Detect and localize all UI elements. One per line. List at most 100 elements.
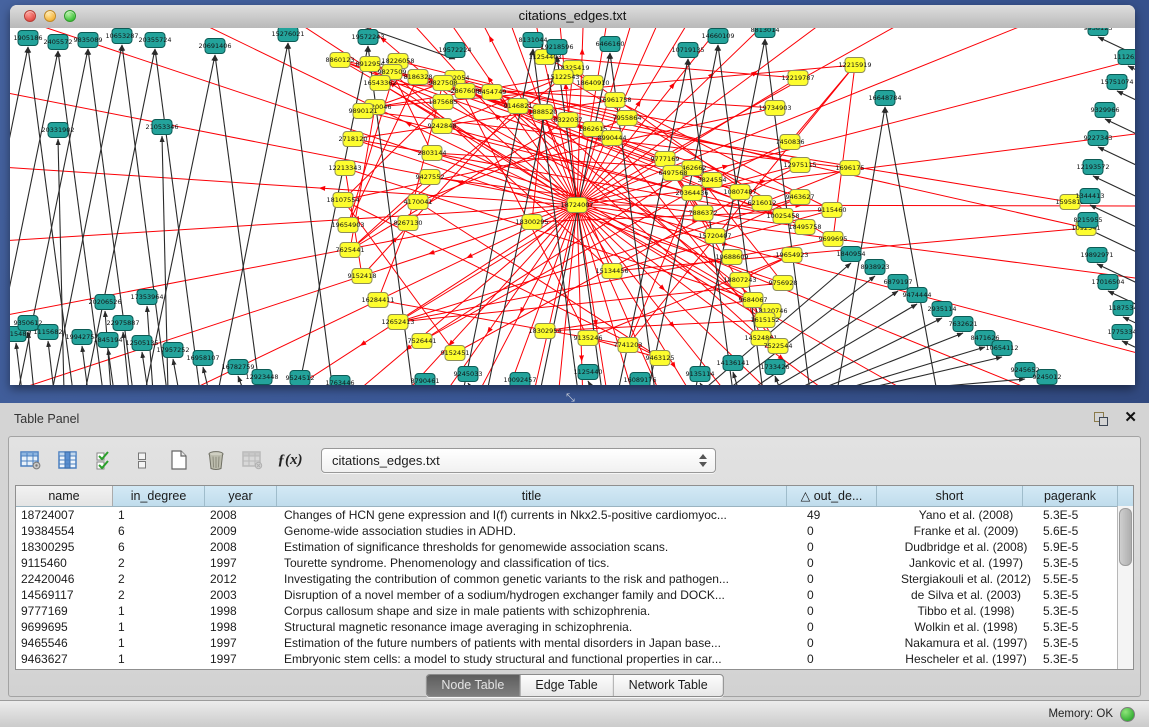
graph-node[interactable] xyxy=(398,216,418,231)
graph-node[interactable] xyxy=(412,334,432,349)
graph-node[interactable] xyxy=(823,232,843,247)
graph-node[interactable] xyxy=(533,105,553,120)
graph-node[interactable] xyxy=(422,146,442,161)
graph-node[interactable] xyxy=(790,158,810,173)
graph-node[interactable] xyxy=(510,373,530,386)
table-selector-dropdown[interactable]: citations_edges.txt xyxy=(321,448,716,473)
graph-node[interactable] xyxy=(788,71,808,86)
graph-node[interactable] xyxy=(602,264,622,279)
scrollbar-thumb[interactable] xyxy=(1119,508,1132,566)
table-row[interactable]: 2242004622012Investigating the contribut… xyxy=(16,571,1133,587)
graph-node[interactable] xyxy=(1060,195,1080,210)
column-header-in-degree[interactable]: in_degree xyxy=(113,486,205,506)
new-column-button[interactable] xyxy=(167,448,191,472)
graph-node[interactable] xyxy=(522,215,542,230)
graph-node[interactable] xyxy=(408,70,428,85)
graph-node[interactable] xyxy=(888,275,908,290)
graph-node[interactable] xyxy=(340,243,360,258)
graph-node[interactable] xyxy=(682,161,702,176)
graph-node[interactable] xyxy=(368,293,388,308)
table-row[interactable]: 946554611997Estimation of the future num… xyxy=(16,635,1133,651)
graph-node[interactable] xyxy=(482,85,502,100)
graph-node[interactable] xyxy=(408,195,428,210)
graph-node[interactable] xyxy=(420,170,440,185)
graph-node[interactable] xyxy=(112,29,132,44)
graph-node[interactable] xyxy=(352,269,372,284)
graph-node[interactable] xyxy=(768,339,788,354)
table-row[interactable]: 977716911998Corpus callosum shape and si… xyxy=(16,603,1133,619)
graph-node[interactable] xyxy=(1088,28,1108,36)
graph-node[interactable] xyxy=(693,206,713,221)
graph-node[interactable] xyxy=(193,351,213,366)
citation-network-graph[interactable]: 1872400788601238912954182260589827509818… xyxy=(10,28,1135,385)
graph-node[interactable] xyxy=(360,57,380,72)
graph-node[interactable] xyxy=(822,203,842,218)
table-row[interactable]: 969969511998Structural magnetic resonanc… xyxy=(16,619,1133,635)
graph-node[interactable] xyxy=(415,374,435,386)
graph-node[interactable] xyxy=(205,39,225,54)
graph-node[interactable] xyxy=(578,331,598,346)
graph-node[interactable] xyxy=(840,161,860,176)
graph-node[interactable] xyxy=(78,33,98,48)
graph-node[interactable] xyxy=(907,288,927,303)
column-header-name[interactable]: name xyxy=(16,486,113,506)
graph-node[interactable] xyxy=(18,316,38,331)
network-window-titlebar[interactable]: citations_edges.txt xyxy=(10,5,1135,29)
graph-node[interactable] xyxy=(290,371,310,386)
graph-node[interactable] xyxy=(845,58,865,73)
graph-node[interactable] xyxy=(343,132,363,147)
tab-network-table[interactable]: Network Table xyxy=(613,675,723,696)
column-header-out-degree[interactable]: △ out_de... xyxy=(787,486,877,506)
graph-node[interactable] xyxy=(1112,325,1132,340)
graph-node[interactable] xyxy=(38,325,58,340)
graph-node[interactable] xyxy=(755,28,775,38)
graph-node[interactable] xyxy=(547,40,567,55)
column-checklist-button[interactable] xyxy=(93,448,117,472)
graph-node[interactable] xyxy=(617,111,637,126)
graph-node[interactable] xyxy=(730,273,750,288)
graph-node[interactable] xyxy=(600,37,620,52)
table-mode-button[interactable] xyxy=(19,448,43,472)
graph-node[interactable] xyxy=(458,367,478,382)
graph-node[interactable] xyxy=(630,373,650,386)
graph-node[interactable] xyxy=(755,313,775,328)
table-row[interactable]: 1938455462009Genome-wide association stu… xyxy=(16,523,1133,539)
graph-node[interactable] xyxy=(72,330,92,345)
graph-node[interactable] xyxy=(508,99,528,114)
graph-node[interactable] xyxy=(1015,363,1035,378)
graph-node[interactable] xyxy=(1095,103,1115,118)
network-canvas[interactable]: 1872400788601238912954182260589827509818… xyxy=(10,28,1135,385)
graph-node[interactable] xyxy=(370,76,390,91)
graph-node[interactable] xyxy=(765,101,785,116)
graph-node[interactable] xyxy=(228,360,248,375)
graph-node[interactable] xyxy=(1113,301,1133,316)
graph-node[interactable] xyxy=(353,104,373,119)
graph-node[interactable] xyxy=(583,122,603,137)
graph-node[interactable] xyxy=(1037,370,1057,385)
graph-node[interactable] xyxy=(730,185,750,200)
graph-node[interactable] xyxy=(163,343,183,358)
graph-node[interactable] xyxy=(1107,75,1127,90)
graph-node[interactable] xyxy=(1098,275,1118,290)
graph-node[interactable] xyxy=(1088,131,1108,146)
graph-node[interactable] xyxy=(445,346,465,361)
graph-node[interactable] xyxy=(841,247,861,262)
table-row[interactable]: 1830029562008Estimation of significance … xyxy=(16,539,1133,555)
graph-node[interactable] xyxy=(702,173,722,188)
graph-node[interactable] xyxy=(1078,213,1098,228)
graph-node[interactable] xyxy=(152,120,172,135)
graph-node[interactable] xyxy=(98,333,118,348)
graph-node[interactable] xyxy=(113,316,133,331)
graph-node[interactable] xyxy=(705,229,725,244)
graph-node[interactable] xyxy=(655,152,675,167)
graph-node[interactable] xyxy=(567,198,587,213)
graph-node[interactable] xyxy=(723,356,743,371)
delete-column-button[interactable] xyxy=(204,448,228,472)
graph-node[interactable] xyxy=(752,196,772,211)
graph-node[interactable] xyxy=(1080,189,1100,204)
graph-node[interactable] xyxy=(602,131,622,146)
graph-node[interactable] xyxy=(1087,248,1107,263)
graph-node[interactable] xyxy=(682,186,702,201)
graph-node[interactable] xyxy=(145,33,165,48)
row-height-button[interactable] xyxy=(130,448,154,472)
